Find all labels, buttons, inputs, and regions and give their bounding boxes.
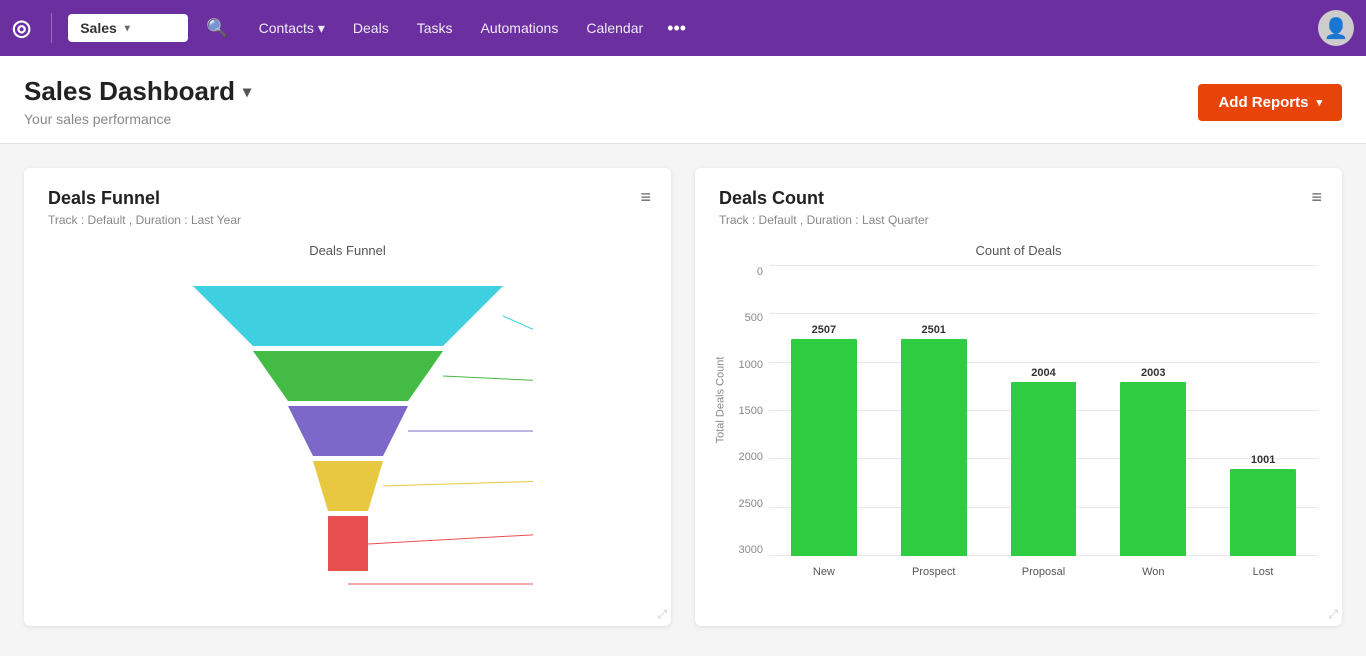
- bar-group: 1001Lost: [1208, 266, 1318, 556]
- deals-count-menu-icon[interactable]: ≡: [1311, 188, 1322, 206]
- page-header: Sales Dashboard ▾ Your sales performance…: [0, 56, 1366, 144]
- y-axis-label: 0: [719, 266, 769, 278]
- deals-count-inner-title: Count of Deals: [719, 243, 1318, 258]
- deals-count-card: Deals Count Track : Default , Duration :…: [695, 168, 1342, 626]
- bar-group: 2501Prospect: [879, 266, 989, 556]
- navbar-divider: [51, 13, 52, 43]
- page-title: Sales Dashboard ▾: [24, 76, 251, 107]
- chevron-down-icon: ▾: [125, 23, 130, 34]
- bar-x-label: Prospect: [912, 566, 955, 578]
- app-logo-icon: ◎: [12, 15, 31, 41]
- y-axis-label: 500: [719, 312, 769, 324]
- bar-value-label: 2507: [812, 324, 836, 336]
- avatar[interactable]: 👤: [1318, 10, 1354, 46]
- funnel-svg: New (24) Prospect (10) Proposal (14) Won…: [163, 276, 533, 596]
- y-axis-label: 2500: [719, 498, 769, 510]
- search-icon[interactable]: 🔍: [196, 12, 238, 45]
- funnel-card: Deals Funnel Track : Default , Duration …: [24, 168, 671, 626]
- page-title-area: Sales Dashboard ▾ Your sales performance: [24, 76, 251, 127]
- deals-count-title: Deals Count: [719, 188, 1318, 209]
- bar-x-label: Lost: [1253, 566, 1274, 578]
- y-axis-label: 1500: [719, 405, 769, 417]
- bar-rect[interactable]: [1120, 382, 1186, 556]
- bar-group: 2004Proposal: [989, 266, 1099, 556]
- add-reports-chevron-icon: ▾: [1316, 96, 1322, 109]
- funnel-card-title: Deals Funnel: [48, 188, 647, 209]
- funnel-card-subtitle: Track : Default , Duration : Last Year: [48, 213, 647, 227]
- y-axis-label: 1000: [719, 359, 769, 371]
- main-content: Deals Funnel Track : Default , Duration …: [0, 144, 1366, 650]
- funnel-chart: New (24) Prospect (10) Proposal (14) Won…: [48, 266, 647, 606]
- nav-contacts[interactable]: Contacts ▾: [247, 14, 337, 43]
- y-axis: 3000 2500 2000 1500 1000 500 0: [719, 266, 769, 556]
- chevron-down-icon: ▾: [318, 20, 325, 37]
- navbar: ◎ Sales ▾ 🔍 Contacts ▾ Deals Tasks Autom…: [0, 0, 1366, 56]
- deals-count-subtitle: Track : Default , Duration : Last Quarte…: [719, 213, 1318, 227]
- bar-rect[interactable]: [901, 339, 967, 556]
- bar-rect[interactable]: [1011, 382, 1077, 556]
- bar-x-label: Proposal: [1022, 566, 1065, 578]
- y-axis-label: 2000: [719, 451, 769, 463]
- bar-x-label: New: [813, 566, 835, 578]
- bars-container: 2507New2501Prospect2004Proposal2003Won10…: [769, 266, 1318, 556]
- more-options-icon[interactable]: •••: [659, 12, 694, 45]
- bar-rect[interactable]: [1230, 469, 1296, 556]
- scroll-indicator-2: ⤢: [1328, 607, 1338, 622]
- bar-value-label: 1001: [1251, 454, 1275, 466]
- nav-tasks[interactable]: Tasks: [405, 14, 465, 42]
- sales-dropdown[interactable]: Sales ▾: [68, 14, 188, 42]
- add-reports-button[interactable]: Add Reports ▾: [1198, 84, 1342, 121]
- bar-value-label: 2501: [921, 324, 945, 336]
- bar-x-label: Won: [1142, 566, 1164, 578]
- bar-rect[interactable]: [791, 339, 857, 556]
- bar-value-label: 2004: [1031, 367, 1055, 379]
- page-subtitle: Your sales performance: [24, 111, 251, 127]
- sales-dropdown-label: Sales: [80, 20, 117, 36]
- main-nav: Contacts ▾ Deals Tasks Automations Calen…: [247, 12, 1310, 45]
- bar-value-label: 2003: [1141, 367, 1165, 379]
- bar-group: 2003Won: [1098, 266, 1208, 556]
- funnel-menu-icon[interactable]: ≡: [640, 188, 651, 206]
- nav-automations[interactable]: Automations: [469, 14, 571, 42]
- nav-deals[interactable]: Deals: [341, 14, 401, 42]
- bar-group: 2507New: [769, 266, 879, 556]
- y-axis-label: 3000: [719, 544, 769, 556]
- title-chevron-down-icon[interactable]: ▾: [243, 82, 251, 102]
- funnel-inner-title: Deals Funnel: [48, 243, 647, 258]
- scroll-indicator: ⤢: [657, 607, 667, 622]
- bar-chart-area: Total Deals Count 3000250020001500100050…: [719, 266, 1318, 586]
- nav-calendar[interactable]: Calendar: [574, 14, 655, 42]
